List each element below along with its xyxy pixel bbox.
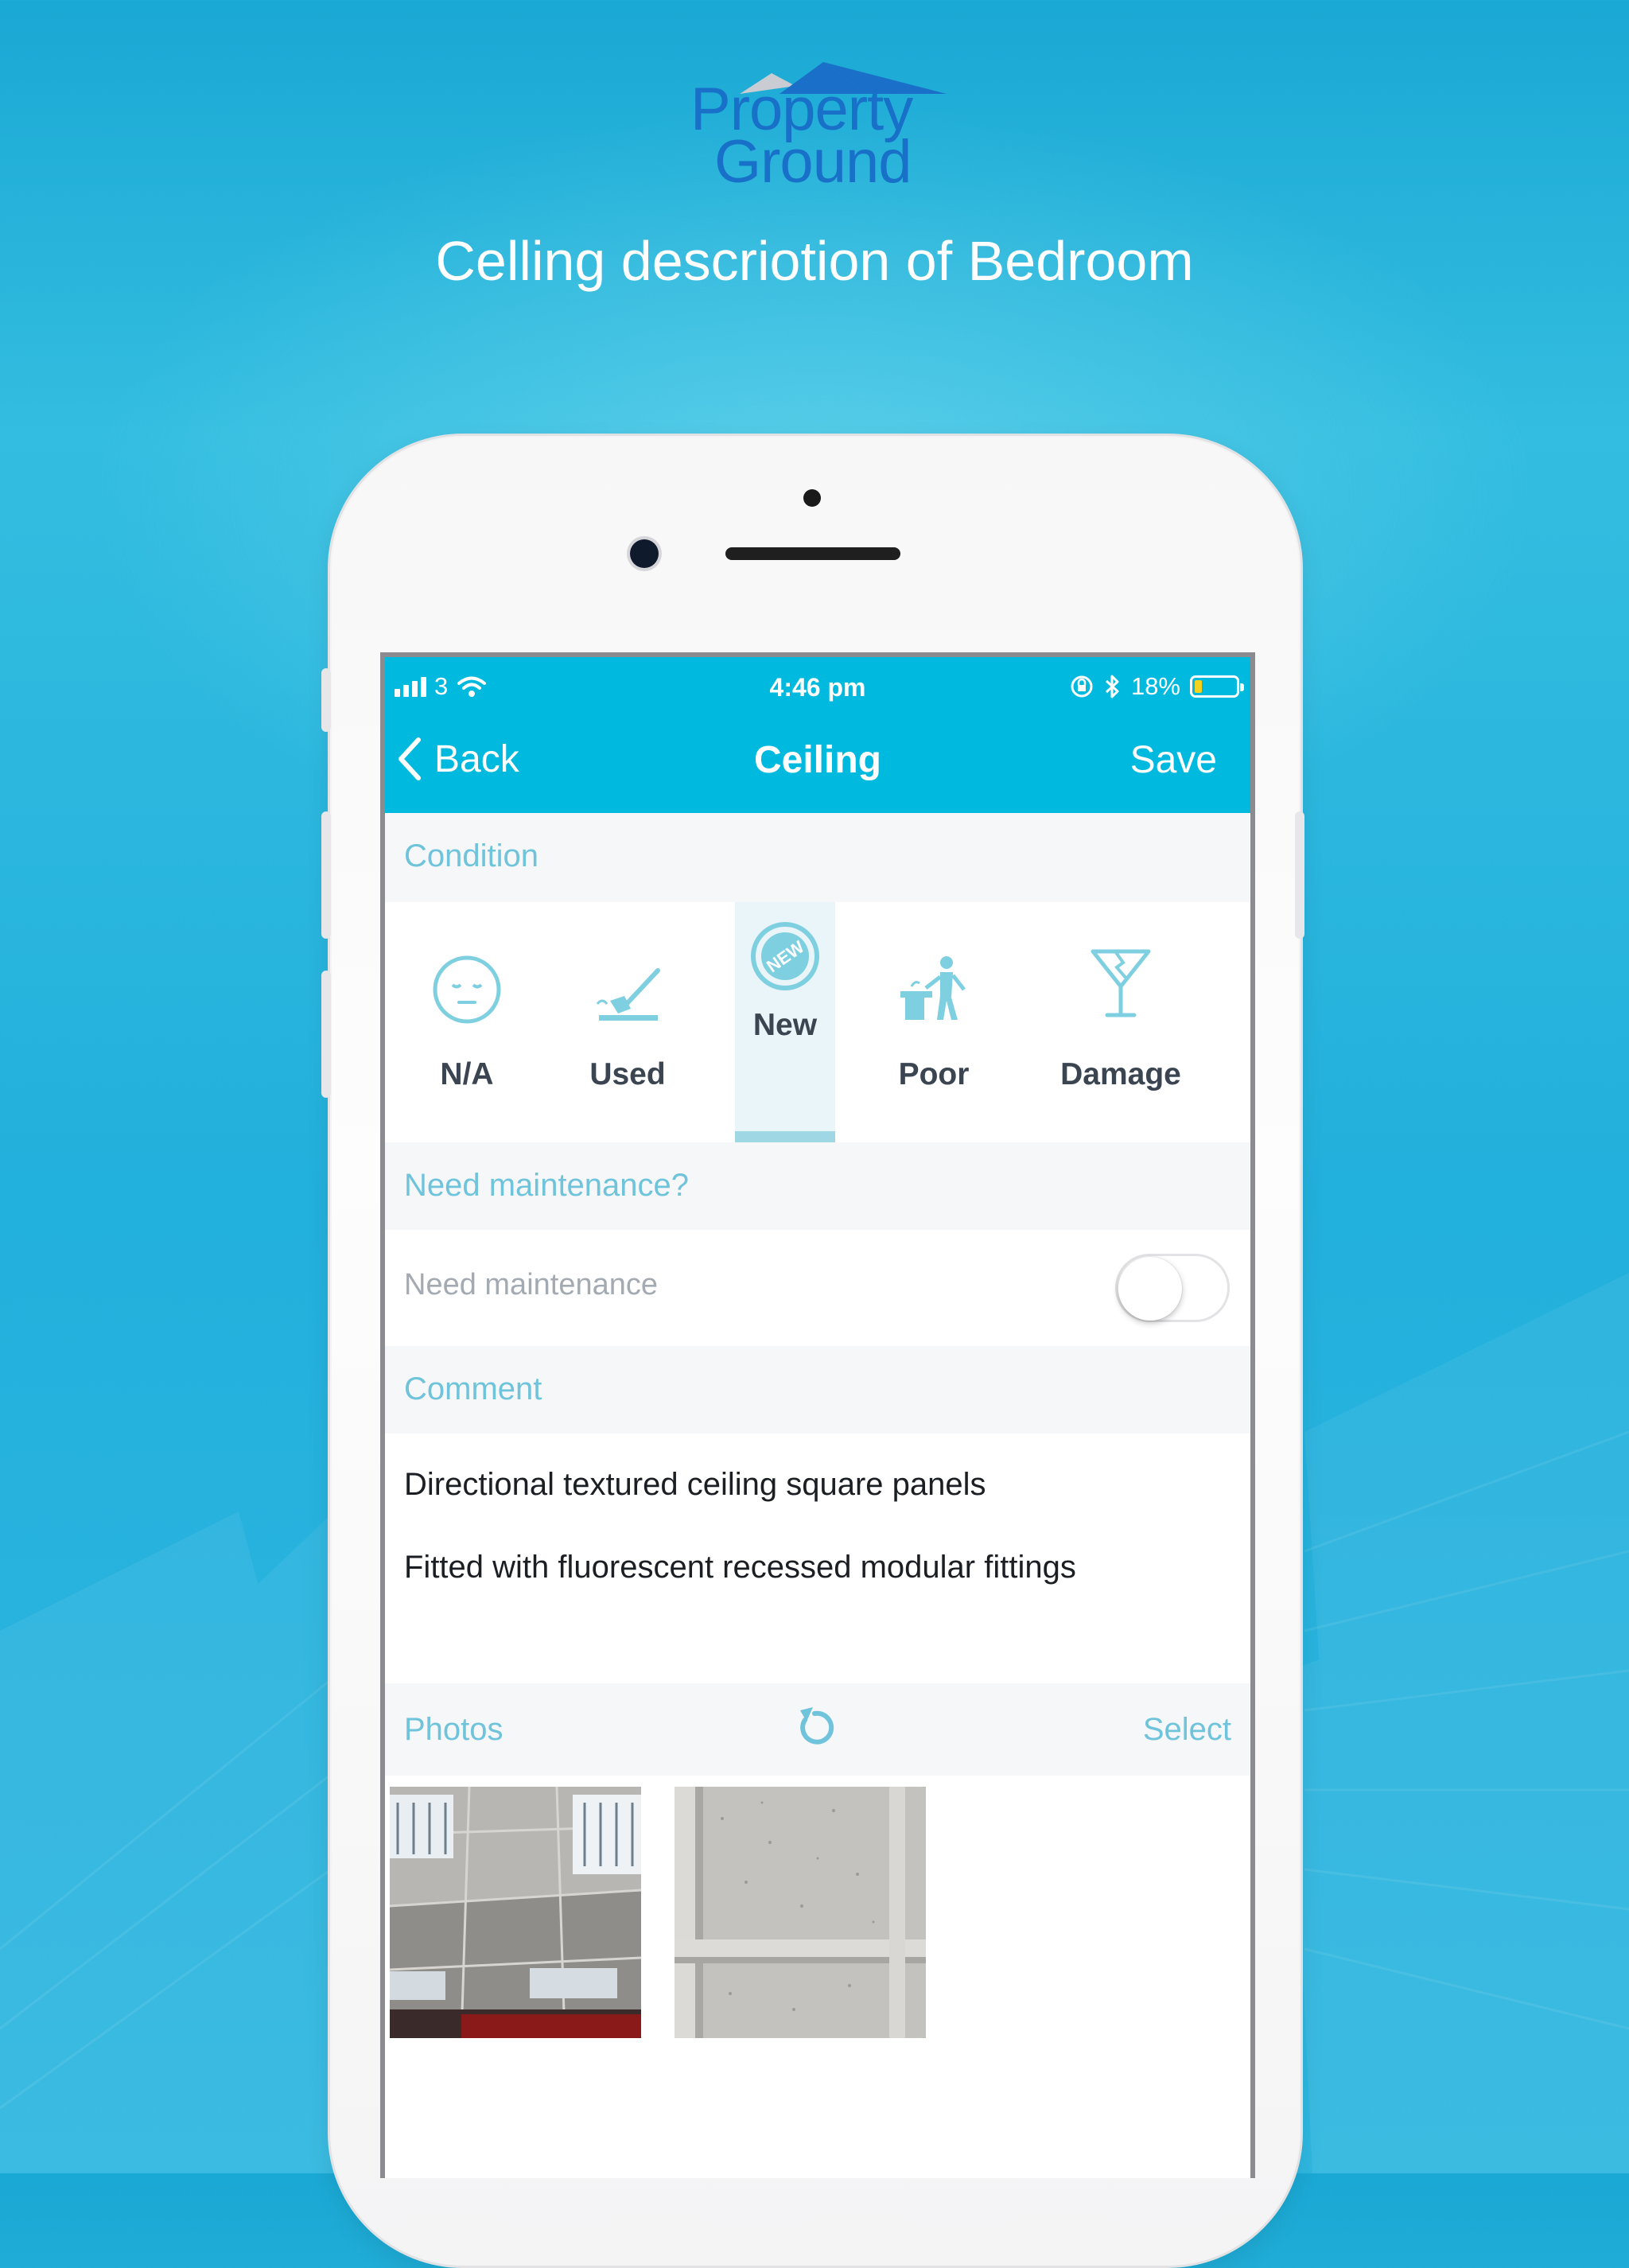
condition-header-label: Condition	[404, 838, 539, 873]
bluetooth-icon	[1105, 675, 1119, 698]
broken-glass-icon	[1091, 949, 1151, 1017]
condition-option-damage[interactable]: Damage	[1029, 902, 1212, 1142]
condition-label: Damage	[1060, 1057, 1181, 1091]
condition-section-header: Condition	[385, 813, 1250, 902]
phone-mute-switch	[321, 668, 331, 732]
condition-label: Poor	[898, 1057, 970, 1091]
phone-power-button	[1295, 811, 1304, 939]
status-bar-right: 18%	[1069, 672, 1244, 700]
logo-word-ground: Ground	[714, 128, 912, 196]
app-top-bar: 3 4:46 pm 18% Back Ceiling Save	[385, 657, 1250, 813]
comment-section-header: Comment	[385, 1346, 1250, 1434]
page-headline: Celling descriotion of Bedroom	[435, 230, 1194, 292]
condition-option-new[interactable]: NEW New	[735, 902, 835, 1142]
sleepy-face-icon	[433, 955, 501, 1024]
battery-icon	[1190, 675, 1244, 698]
ceiling-photo-2	[675, 1787, 926, 2038]
refresh-icon[interactable]	[789, 1702, 840, 1753]
property-ground-logo: Property Ground	[684, 62, 947, 193]
broom-icon	[596, 968, 660, 1021]
new-badge-icon: NEW	[751, 922, 819, 990]
maintenance-header-label: Need maintenance?	[404, 1168, 690, 1203]
condition-options: N/A Used NEW New Poor Damage	[385, 902, 1250, 1142]
condition-label: Used	[589, 1057, 666, 1091]
toggle-knob	[1118, 1257, 1182, 1321]
photo-thumbnail[interactable]	[675, 1787, 926, 2038]
earpiece-speaker	[725, 547, 900, 560]
photos-header-label: Photos	[404, 1712, 503, 1747]
proximity-sensor	[803, 489, 821, 507]
condition-label: New	[752, 1008, 818, 1042]
condition-option-poor[interactable]: Poor	[862, 902, 1005, 1142]
ceiling-photo-1	[390, 1787, 641, 2038]
photos-section-header: Photos Select	[385, 1683, 1250, 1776]
orientation-lock-icon	[1071, 675, 1093, 698]
maintenance-row: Need maintenance	[385, 1230, 1250, 1346]
maintenance-toggle[interactable]	[1115, 1254, 1230, 1322]
maintenance-section-header: Need maintenance?	[385, 1142, 1250, 1230]
comment-textarea[interactable]: Directional textured ceiling square pane…	[385, 1434, 1250, 1683]
battery-percent: 18%	[1130, 672, 1180, 700]
photo-thumbnail[interactable]	[390, 1787, 641, 2038]
condition-option-na[interactable]: N/A	[401, 902, 533, 1142]
photos-select-button[interactable]: Select	[1143, 1712, 1231, 1748]
condition-option-used[interactable]: Used	[552, 902, 703, 1142]
phone-volume-down	[321, 971, 331, 1098]
comment-header-label: Comment	[404, 1371, 542, 1406]
condition-label: N/A	[440, 1057, 494, 1091]
nav-title: Ceiling	[753, 739, 881, 781]
selected-indicator	[735, 1131, 835, 1142]
battery-level	[1195, 680, 1202, 693]
app-screen: 3 4:46 pm 18% Back Ceiling Save Conditio…	[380, 652, 1255, 2178]
comment-line: Directional textured ceiling square pane…	[404, 1467, 986, 1502]
person-at-desk-icon	[900, 956, 966, 1020]
phone-volume-up	[321, 811, 331, 939]
front-camera	[630, 539, 659, 568]
comment-line: Fitted with fluorescent recessed modular…	[404, 1550, 1076, 1585]
save-button[interactable]: Save	[1130, 738, 1217, 782]
maintenance-label: Need maintenance	[404, 1268, 658, 1301]
